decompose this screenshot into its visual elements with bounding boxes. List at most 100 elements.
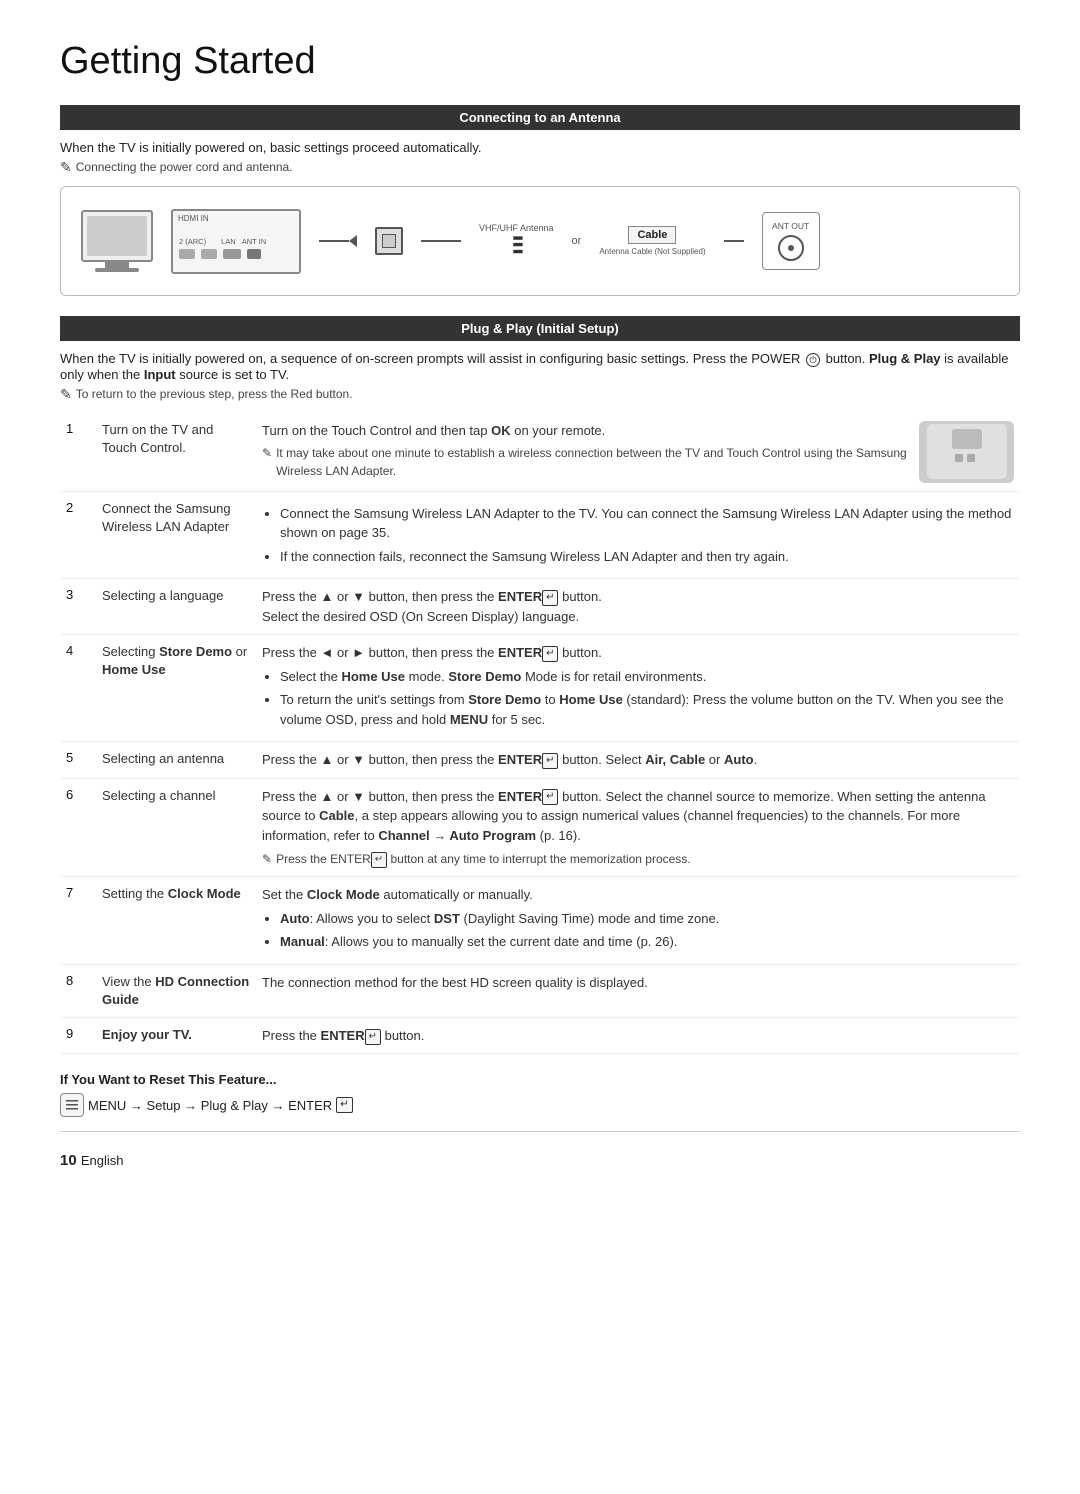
hdmi-port2 xyxy=(201,249,217,259)
tv-base xyxy=(95,268,139,272)
wire xyxy=(319,240,349,242)
enter-icon: ↵ xyxy=(542,590,558,606)
list-item: Connect the Samsung Wireless LAN Adapter… xyxy=(280,504,1014,543)
port-label-ant: ANT IN xyxy=(242,237,266,246)
antenna-note: ✎ Connecting the power cord and antenna. xyxy=(60,160,1020,176)
tv-screen-inner xyxy=(87,216,147,256)
steps-table: 1 Turn on the TV and Touch Control. Turn… xyxy=(60,413,1020,1055)
page-number-line: 10 English xyxy=(60,1152,1020,1169)
step-num-3: 3 xyxy=(60,579,96,635)
list-item: Manual: Allows you to manually set the c… xyxy=(280,932,1014,952)
port-label-2arc: 2 (ARC) xyxy=(179,237,206,246)
step-content-4: Press the ◄ or ► button, then press the … xyxy=(256,635,1020,742)
enter-icon-6b: ↵ xyxy=(371,852,387,868)
step6-note: ✎ Press the ENTER↵ button at any time to… xyxy=(262,850,1014,868)
ant-out-label: ANT OUT xyxy=(772,221,809,231)
step-label-1: Turn on the TV and Touch Control. xyxy=(96,413,256,492)
step-label-9: Enjoy your TV. xyxy=(96,1017,256,1054)
step-content-6: Press the ▲ or ▼ button, then press the … xyxy=(256,778,1020,877)
menu-icon-svg xyxy=(65,1098,79,1112)
note-icon-2: ✎ xyxy=(60,386,72,403)
table-row: 4 Selecting Store Demo or Home Use Press… xyxy=(60,635,1020,742)
arrowhead xyxy=(349,235,357,247)
vhf-section: VHF/UHF Antenna ⫶⫶⫶ xyxy=(479,223,554,259)
step-label-3: Selecting a language xyxy=(96,579,256,635)
connector-block xyxy=(375,227,403,255)
ant-out-dot xyxy=(788,245,794,251)
ant-out-circle xyxy=(778,235,804,261)
or-text: or xyxy=(572,235,582,247)
table-row: 9 Enjoy your TV. Press the ENTER↵ button… xyxy=(60,1017,1020,1054)
step-label-6: Selecting a channel xyxy=(96,778,256,877)
menu-path: MENU → Setup → Plug & Play → ENTER ↵ xyxy=(60,1093,1020,1117)
step-label-4: Selecting Store Demo or Home Use xyxy=(96,635,256,742)
antenna-diagram: HDMI IN 2 (ARC) LAN ANT IN VHF/UHF Anten… xyxy=(60,186,1020,296)
list-item: Select the Home Use mode. Store Demo Mod… xyxy=(280,667,1014,687)
step-content-5: Press the ▲ or ▼ button, then press the … xyxy=(256,742,1020,779)
power-icon: ⏻ xyxy=(806,353,820,367)
step7-bullets: Auto: Allows you to select DST (Daylight… xyxy=(280,909,1014,952)
list-item: Auto: Allows you to select DST (Daylight… xyxy=(280,909,1014,929)
step-label-2: Connect the Samsung Wireless LAN Adapter xyxy=(96,491,256,579)
ant-port xyxy=(247,249,261,259)
ant-out-box: ANT OUT xyxy=(762,212,820,270)
table-row: 8 View the HD Connection Guide The conne… xyxy=(60,964,1020,1017)
coax-wire xyxy=(421,240,461,242)
list-item: To return the unit's settings from Store… xyxy=(280,690,1014,729)
step-num-5: 5 xyxy=(60,742,96,779)
step-content-9: Press the ENTER↵ button. xyxy=(256,1017,1020,1054)
step4-bullets: Select the Home Use mode. Store Demo Mod… xyxy=(280,667,1014,730)
enter-icon-6: ↵ xyxy=(542,789,558,805)
plug-play-intro: When the TV is initially powered on, a s… xyxy=(60,351,1020,382)
cable-note: Antenna Cable (Not Supplied) xyxy=(599,247,705,256)
step-num-7: 7 xyxy=(60,877,96,965)
enter-icon-4: ↵ xyxy=(542,646,558,662)
tv-silhouette xyxy=(81,210,153,272)
step-content-2: Connect the Samsung Wireless LAN Adapter… xyxy=(256,491,1020,579)
menu-icon-box xyxy=(60,1093,84,1117)
step1-note: ✎ It may take about one minute to establ… xyxy=(262,444,911,480)
port-shapes xyxy=(179,249,293,259)
table-row: 6 Selecting a channel Press the ▲ or ▼ b… xyxy=(60,778,1020,877)
page-lang: English xyxy=(81,1153,124,1168)
touch-control-image xyxy=(919,421,1014,483)
note-icon-3: ✎ xyxy=(262,444,272,480)
back-panel: HDMI IN 2 (ARC) LAN ANT IN xyxy=(171,209,301,274)
reset-title: If You Want to Reset This Feature... xyxy=(60,1072,1020,1087)
page-number: 10 xyxy=(60,1152,77,1169)
table-row: 5 Selecting an antenna Press the ▲ or ▼ … xyxy=(60,742,1020,779)
note-icon-6: ✎ xyxy=(262,850,272,868)
connector-inner xyxy=(382,234,396,248)
vhf-symbol: ⫶⫶⫶ xyxy=(512,235,521,259)
reset-section: If You Want to Reset This Feature... MEN… xyxy=(60,1072,1020,1117)
step-label-8: View the HD Connection Guide xyxy=(96,964,256,1017)
antenna-intro: When the TV is initially powered on, bas… xyxy=(60,140,1020,155)
cable-section: Cable Antenna Cable (Not Supplied) xyxy=(599,226,705,256)
touch-control-svg xyxy=(927,424,1007,479)
cable-label: Cable xyxy=(628,226,676,244)
step-num-2: 2 xyxy=(60,491,96,579)
port-row: 2 (ARC) LAN ANT IN xyxy=(179,237,293,246)
note-icon: ✎ xyxy=(60,159,72,176)
list-item: If the connection fails, reconnect the S… xyxy=(280,547,1014,567)
step-num-4: 4 xyxy=(60,635,96,742)
step2-bullets: Connect the Samsung Wireless LAN Adapter… xyxy=(280,504,1014,567)
step-label-5: Selecting an antenna xyxy=(96,742,256,779)
vhf-label: VHF/UHF Antenna xyxy=(479,223,554,233)
table-row: 7 Setting the Clock Mode Set the Clock M… xyxy=(60,877,1020,965)
page-title: Getting Started xyxy=(60,40,1020,83)
step-content-7: Set the Clock Mode automatically or manu… xyxy=(256,877,1020,965)
step-num-6: 6 xyxy=(60,778,96,877)
step-content-3: Press the ▲ or ▼ button, then press the … xyxy=(256,579,1020,635)
hdmi-label: HDMI IN xyxy=(178,214,209,223)
enter-icon-9: ↵ xyxy=(365,1029,381,1045)
plug-play-section-header: Plug & Play (Initial Setup) xyxy=(60,316,1020,341)
tv-screen xyxy=(81,210,153,262)
port-label-lan: LAN xyxy=(221,237,236,246)
step-content-1: Turn on the Touch Control and then tap O… xyxy=(256,413,1020,492)
antenna-section-header: Connecting to an Antenna xyxy=(60,105,1020,130)
menu-path-text: MENU → Setup → Plug & Play → ENTER xyxy=(88,1098,332,1113)
hdmi-port xyxy=(179,249,195,259)
table-row: 3 Selecting a language Press the ▲ or ▼ … xyxy=(60,579,1020,635)
table-row: 2 Connect the Samsung Wireless LAN Adapt… xyxy=(60,491,1020,579)
